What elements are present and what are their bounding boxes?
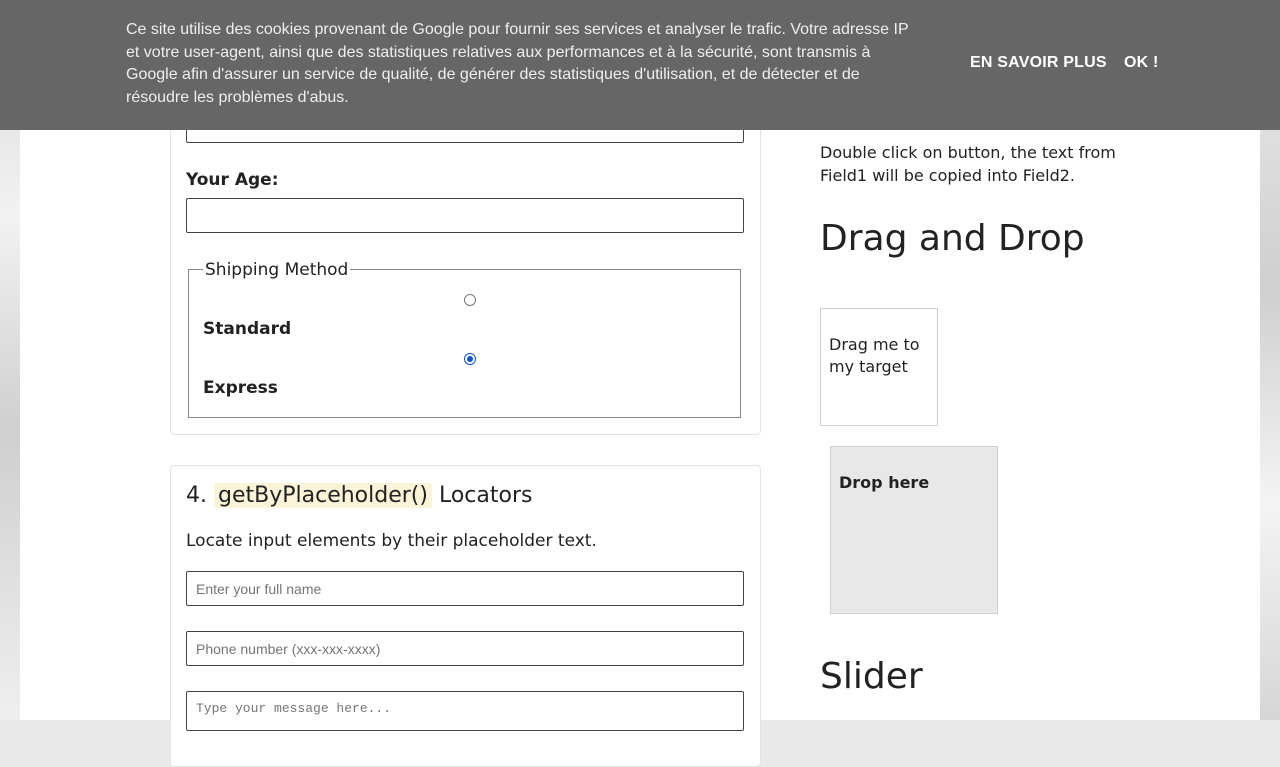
drop-target-label: Drop here (839, 473, 930, 492)
section-description: Locate input elements by their placehold… (186, 531, 597, 551)
section-heading: 4. getByPlaceholder() Locators (186, 483, 532, 508)
age-label: Your Age: (186, 170, 279, 190)
message-textarea[interactable] (186, 691, 744, 731)
age-input[interactable] (186, 198, 744, 233)
express-radio-label: Express (203, 378, 278, 398)
double-click-instructions: Double click on button, the text from Fi… (820, 143, 1116, 185)
draggable-box-label: Drag me to my target (829, 335, 920, 376)
drag-and-drop-title: Drag and Drop (820, 218, 1085, 259)
standard-radio[interactable] (464, 294, 476, 306)
express-radio[interactable] (464, 353, 476, 365)
phone-input[interactable] (186, 631, 744, 666)
section-heading-suffix: Locators (438, 483, 533, 508)
cookie-ok-button[interactable]: OK ! (1124, 54, 1159, 72)
draggable-box[interactable]: Drag me to my target (820, 308, 938, 426)
cookie-consent-bar: Ce site utilise des cookies provenant de… (0, 0, 1280, 130)
learn-more-link[interactable]: EN SAVOIR PLUS (970, 54, 1107, 72)
drop-target[interactable]: Drop here (830, 446, 998, 614)
section-method-code: getByPlaceholder() (214, 483, 432, 508)
standard-radio-label: Standard (203, 319, 292, 339)
shipping-method-legend: Shipping Method (203, 260, 351, 280)
cookie-consent-text: Ce site utilise des cookies provenant de… (126, 21, 909, 106)
section-number: 4. (186, 483, 207, 508)
slider-title: Slider (820, 656, 923, 697)
full-name-input[interactable] (186, 571, 744, 606)
